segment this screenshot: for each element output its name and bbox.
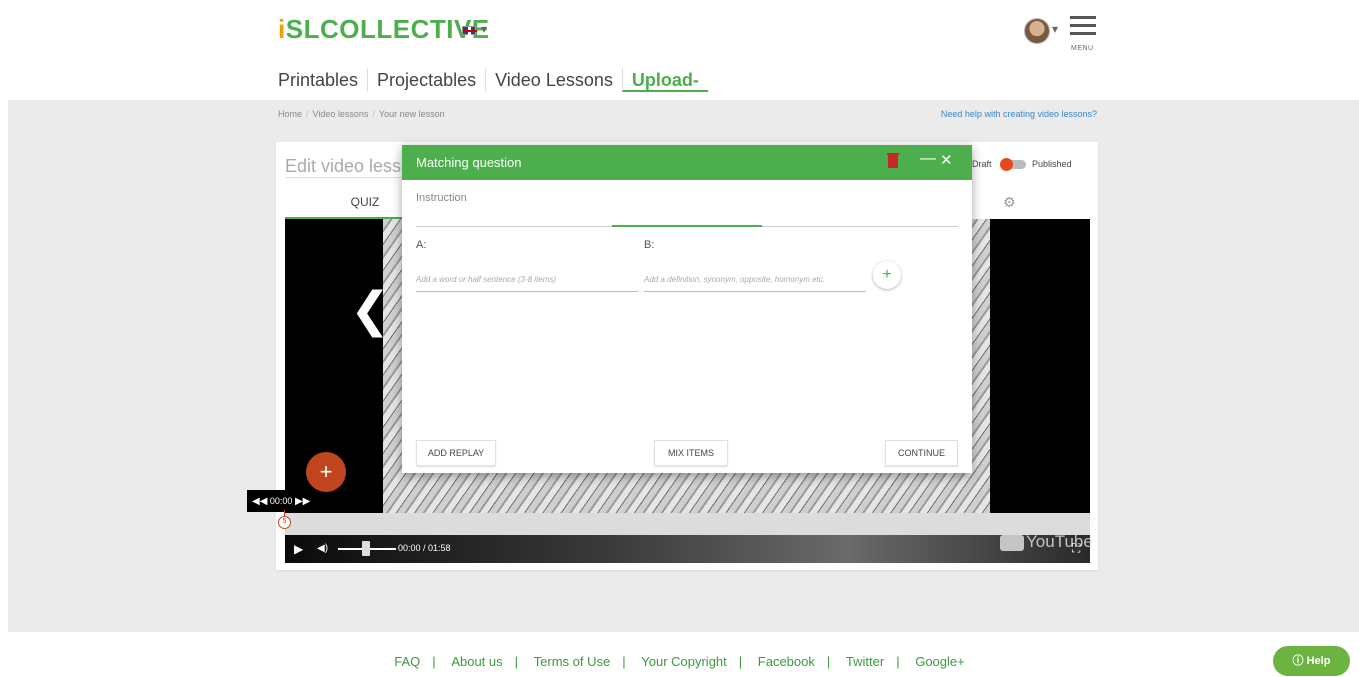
chevron-left-icon[interactable]: ❮ [350,282,390,338]
time-navigator[interactable]: ◀◀ 00:00 ▶▶ [247,490,319,512]
footer-terms[interactable]: Terms of Use [534,654,611,669]
footer-copyright[interactable]: Your Copyright [641,654,727,669]
instruction-focus-bar [612,225,762,227]
volume-slider-handle[interactable] [362,541,370,556]
hamburger-menu-icon[interactable] [1070,16,1096,40]
play-icon[interactable]: ▶ [294,542,303,556]
publish-toggle[interactable] [1000,158,1026,171]
menu-label: MENU [1071,45,1094,52]
main-nav: Printables Projectables Video Lessons Up… [278,68,708,92]
instruction-input[interactable]: Instruction [416,192,958,227]
help-button[interactable]: ⓘ Help [1273,646,1350,676]
help-creating-lessons-link[interactable]: Need help with creating video lessons? [941,109,1097,119]
site-logo[interactable]: iSLCOLLECTIVE [278,14,490,45]
avatar-caret-icon[interactable]: ▾ [1052,22,1058,36]
add-replay-button[interactable]: ADD REPLAY [416,440,496,466]
continue-button[interactable]: CONTINUE [885,440,958,466]
footer-faq[interactable]: FAQ [394,654,420,669]
quiz-timeline[interactable] [285,513,1090,535]
fullscreen-icon[interactable]: ⛶ [1072,541,1080,556]
nav-video-lessons[interactable]: Video Lessons [485,68,622,92]
nav-printables[interactable]: Printables [278,68,367,92]
avatar[interactable] [1024,18,1050,44]
breadcrumb-current: Your new lesson [378,109,445,119]
item-b-input[interactable]: Add a definition, synonym, opposite, hom… [644,272,866,292]
footer-googleplus[interactable]: Google+ [915,654,965,669]
item-a-input[interactable]: Add a word or half sentence (3-8 items) [416,272,638,292]
video-time-readout: 00:00 / 01:58 [398,543,451,553]
rewind-icon[interactable]: ◀◀ [252,496,267,507]
dialog-title: Matching question [416,155,522,170]
mix-items-button[interactable]: MIX ITEMS [654,440,728,466]
question-marker[interactable]: 5 [278,516,291,529]
breadcrumb-home[interactable]: Home [278,109,302,119]
column-b-label: B: [644,239,655,251]
add-pair-button[interactable]: + [873,261,901,289]
footer-links: FAQ | About us | Terms of Use | Your Copyri… [394,654,965,669]
column-a-label: A: [416,239,427,251]
lesson-title-input[interactable]: Edit video lesson [285,156,415,178]
published-label: Published [1032,159,1072,169]
add-question-button[interactable]: + [306,452,346,492]
minimize-icon[interactable]: — [920,150,936,168]
language-caret-icon[interactable]: ▾ [481,22,487,36]
breadcrumb: Home / Video lessons / Your new lesson [278,109,445,119]
nav-upload[interactable]: Upload- [621,68,708,92]
breadcrumb-video-lessons[interactable]: Video lessons [313,109,369,119]
draft-label: Draft [972,159,992,169]
uk-flag-icon[interactable] [462,26,477,36]
volume-icon[interactable]: ◀) [317,543,328,554]
help-circle-icon: ⓘ [1292,655,1304,667]
footer-about[interactable]: About us [451,654,502,669]
trash-icon[interactable] [887,153,899,168]
footer-facebook[interactable]: Facebook [758,654,815,669]
close-icon[interactable]: ✕ [940,151,953,169]
footer-twitter[interactable]: Twitter [846,654,884,669]
gear-icon[interactable]: ⚙ [1003,194,1016,211]
nav-projectables[interactable]: Projectables [367,68,485,92]
forward-icon[interactable]: ▶▶ [295,496,310,507]
